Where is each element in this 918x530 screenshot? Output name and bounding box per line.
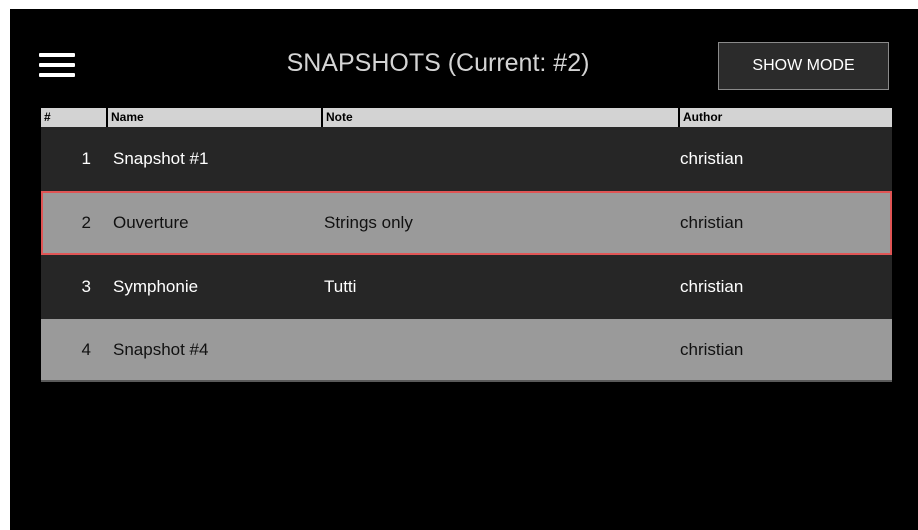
row-number: 2 [81,213,91,232]
table-row[interactable]: 3 Symphonie Tutti christian [41,255,892,319]
column-header-name[interactable]: Name [108,108,321,127]
app-window: SNAPSHOTS (Current: #2) SHOW MODE # Name… [10,9,918,530]
page-title: SNAPSHOTS (Current: #2) [286,49,590,77]
snapshots-table: # Name Note Author 1 Snapshot #1 christi… [41,108,892,382]
table-row-current[interactable]: 2 Ouverture Strings only christian [41,191,892,255]
table-row[interactable]: 4 Snapshot #4 christian [41,319,892,382]
column-header-number[interactable]: # [41,108,106,127]
hamburger-menu-icon[interactable] [39,53,75,79]
row-name: Ouverture [113,213,189,232]
row-name: Snapshot #1 [113,149,209,168]
menu-bar-line [39,53,75,57]
table-header: # Name Note Author [41,108,892,127]
column-header-author[interactable]: Author [680,108,892,127]
row-number: 1 [81,149,91,168]
row-name: Symphonie [113,277,199,296]
column-header-note[interactable]: Note [323,108,678,127]
table-body: 1 Snapshot #1 christian 2 Ouverture Stri… [41,127,892,382]
row-author: christian [680,149,744,168]
row-note: Strings only [324,213,413,232]
show-mode-button[interactable]: SHOW MODE [718,42,889,90]
row-number: 4 [81,339,91,359]
row-author: christian [680,213,744,232]
row-name: Snapshot #4 [113,339,209,359]
row-number: 3 [81,277,91,296]
menu-bar-line [39,63,75,67]
row-author: christian [680,277,744,296]
table-row[interactable]: 1 Snapshot #1 christian [41,127,892,191]
row-note: Tutti [324,277,357,296]
menu-bar-line [39,73,75,77]
row-author: christian [680,339,744,359]
